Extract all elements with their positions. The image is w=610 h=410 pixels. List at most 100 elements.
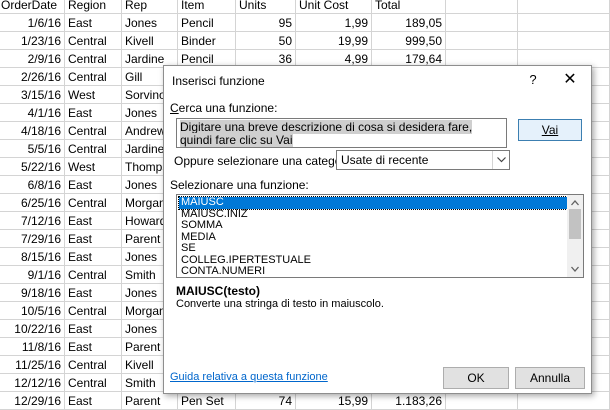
cell-order-date[interactable]: 6/8/16 xyxy=(0,176,65,194)
header-cell-item[interactable]: Item xyxy=(178,0,236,14)
function-help-link[interactable]: Guida relativa a questa funzione xyxy=(170,371,328,383)
cell-order-date[interactable]: 10/22/16 xyxy=(0,320,65,338)
cell-region[interactable]: Central xyxy=(65,194,122,212)
cell-region[interactable]: Central xyxy=(65,374,122,392)
function-list-item[interactable]: SE xyxy=(179,242,567,255)
cell-unit-cost[interactable]: 15,99 xyxy=(296,392,372,410)
cell-total[interactable]: 1.183,26 xyxy=(372,392,446,410)
cell-order-date[interactable]: 9/1/16 xyxy=(0,266,65,284)
function-description: Converte una stringa di testo in maiusco… xyxy=(176,298,384,310)
scrollbar-thumb[interactable] xyxy=(569,209,581,239)
cell-order-date[interactable]: 5/22/16 xyxy=(0,158,65,176)
function-list-item[interactable]: MEDIA xyxy=(179,231,567,244)
function-list-item[interactable]: COLLEG.IPERTESTUALE xyxy=(179,254,567,267)
cell-region[interactable]: Central xyxy=(65,122,122,140)
function-list-item[interactable]: SOMMA xyxy=(179,219,567,232)
cell-item[interactable]: Pen Set xyxy=(178,392,236,410)
cell-region[interactable]: Central xyxy=(65,50,122,68)
cell-region[interactable]: West xyxy=(65,86,122,104)
empty-cell[interactable] xyxy=(518,14,610,32)
cell-order-date[interactable]: 1/23/16 xyxy=(0,32,65,50)
cell-region[interactable]: Central xyxy=(65,68,122,86)
cell-region[interactable]: Central xyxy=(65,302,122,320)
help-button[interactable]: ? xyxy=(525,70,541,90)
empty-cell[interactable] xyxy=(446,392,518,410)
ok-button[interactable]: OK xyxy=(443,367,509,389)
cell-region[interactable]: East xyxy=(65,392,122,410)
close-button[interactable]: ✕ xyxy=(559,70,581,90)
empty-cell[interactable] xyxy=(518,32,610,50)
function-signature: MAIUSC(testo) xyxy=(176,284,260,298)
function-list-item[interactable]: MAIUSC xyxy=(178,196,568,210)
cell-order-date[interactable]: 4/18/16 xyxy=(0,122,65,140)
chevron-up-icon[interactable] xyxy=(571,199,579,207)
function-list-item[interactable]: CONTA.NUMERI xyxy=(179,265,567,277)
cell-region[interactable]: East xyxy=(65,284,122,302)
cell-order-date[interactable]: 12/12/16 xyxy=(0,374,65,392)
cell-order-date[interactable]: 6/25/16 xyxy=(0,194,65,212)
cell-region[interactable]: East xyxy=(65,338,122,356)
cell-region[interactable]: East xyxy=(65,104,122,122)
cell-rep[interactable]: Parent xyxy=(122,392,178,410)
cell-units[interactable]: 74 xyxy=(236,392,296,410)
header-cell-unit-cost[interactable]: Unit Cost xyxy=(296,0,372,14)
cell-order-date[interactable]: 5/5/16 xyxy=(0,140,65,158)
dialog-titlebar[interactable]: Inserisci funzione ? ✕ xyxy=(164,66,591,95)
cell-order-date[interactable]: 2/26/16 xyxy=(0,68,65,86)
header-cell-region[interactable]: Region xyxy=(65,0,122,14)
cell-units[interactable]: 50 xyxy=(236,32,296,50)
cell-order-date[interactable]: 7/12/16 xyxy=(0,212,65,230)
cell-item[interactable]: Pencil xyxy=(178,14,236,32)
empty-cell[interactable] xyxy=(446,32,518,50)
category-select[interactable]: Usate di recente xyxy=(336,150,510,170)
cell-order-date[interactable]: 4/1/16 xyxy=(0,104,65,122)
empty-cell[interactable] xyxy=(518,0,610,14)
chevron-down-icon[interactable] xyxy=(571,265,579,273)
function-list-scrollbar[interactable] xyxy=(567,195,583,277)
cell-units[interactable]: 95 xyxy=(236,14,296,32)
cell-order-date[interactable]: 8/15/16 xyxy=(0,248,65,266)
cell-rep[interactable]: Jones xyxy=(122,14,178,32)
cell-region[interactable]: East xyxy=(65,230,122,248)
cell-region[interactable]: East xyxy=(65,212,122,230)
cell-region[interactable]: Central xyxy=(65,32,122,50)
cell-region[interactable]: Central xyxy=(65,266,122,284)
function-listbox[interactable]: CONTA.NUMERI COLLEG.IPERTESTUALE SE MEDIA SO… xyxy=(176,194,584,278)
function-list-item[interactable]: MAIUSC.INIZ xyxy=(179,208,567,221)
cell-order-date[interactable]: 10/5/16 xyxy=(0,302,65,320)
empty-cell[interactable] xyxy=(446,14,518,32)
empty-cell[interactable] xyxy=(518,392,610,410)
cell-order-date[interactable]: 11/8/16 xyxy=(0,338,65,356)
cell-item[interactable]: Binder xyxy=(178,32,236,50)
cell-order-date[interactable]: 9/18/16 xyxy=(0,284,65,302)
go-button-label: Vai xyxy=(541,123,559,137)
cell-order-date[interactable]: 1/6/16 xyxy=(0,14,65,32)
header-cell-order-date[interactable]: OrderDate xyxy=(0,0,65,14)
cell-order-date[interactable]: 11/25/16 xyxy=(0,356,65,374)
cell-order-date[interactable]: 12/29/16 xyxy=(0,392,65,410)
chevron-down-icon[interactable] xyxy=(492,151,509,169)
cell-region[interactable]: East xyxy=(65,320,122,338)
cell-region[interactable]: East xyxy=(65,14,122,32)
empty-cell[interactable] xyxy=(446,0,518,14)
cell-region[interactable]: East xyxy=(65,176,122,194)
cell-unit-cost[interactable]: 19,99 xyxy=(296,32,372,50)
cell-region[interactable]: East xyxy=(65,248,122,266)
cell-total[interactable]: 189,05 xyxy=(372,14,446,32)
cell-order-date[interactable]: 2/9/16 xyxy=(0,50,65,68)
header-cell-units[interactable]: Units xyxy=(236,0,296,14)
cell-unit-cost[interactable]: 1,99 xyxy=(296,14,372,32)
cell-order-date[interactable]: 3/15/16 xyxy=(0,86,65,104)
cell-region[interactable]: Central xyxy=(65,356,122,374)
cell-region[interactable]: Central xyxy=(65,140,122,158)
cell-total[interactable]: 999,50 xyxy=(372,32,446,50)
header-cell-rep[interactable]: Rep xyxy=(122,0,178,14)
table-row: 1/6/16 East Jones Pencil 95 1,99 189,05 xyxy=(0,14,610,32)
search-input[interactable]: Digitare una breve descrizione di cosa s… xyxy=(176,118,507,148)
header-cell-total[interactable]: Total xyxy=(372,0,446,14)
cancel-button[interactable]: Annulla xyxy=(515,367,585,389)
cell-order-date[interactable]: 7/29/16 xyxy=(0,230,65,248)
go-button[interactable]: Vai xyxy=(518,119,582,141)
cell-rep[interactable]: Kivell xyxy=(122,32,178,50)
cell-region[interactable]: West xyxy=(65,158,122,176)
